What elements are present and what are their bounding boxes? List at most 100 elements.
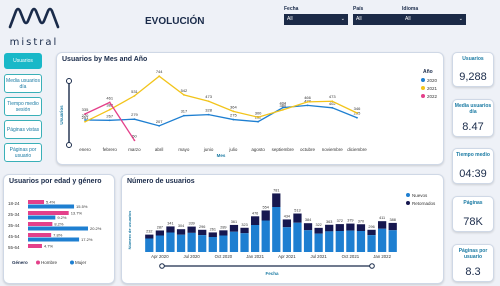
data-point xyxy=(257,120,259,123)
idioma-dropdown[interactable]: All ⌄ xyxy=(402,14,466,25)
dropdown-value: All xyxy=(356,16,362,22)
bar-label: 7.8% xyxy=(53,233,63,238)
series-line-2020 xyxy=(84,104,358,127)
bar-total-label: 379 xyxy=(347,219,353,223)
series-line-2021 xyxy=(84,75,358,123)
x-tick-label: Jan 2021 xyxy=(246,254,264,259)
bar-nuevos xyxy=(377,228,387,252)
bar-nuevos xyxy=(240,233,249,252)
legend-marker xyxy=(70,260,74,265)
bar-retornados xyxy=(335,224,344,231)
nav-media-usuarios-dia[interactable]: Media usuarios día xyxy=(4,74,42,93)
bar-hombre xyxy=(28,233,52,237)
bar-total-label: 341 xyxy=(167,221,173,225)
bar-total-label: 434 xyxy=(284,214,290,218)
kpi-paginas: Páginas 78K xyxy=(452,196,494,232)
line-chart: Usuarios enero febrero marzo abril mayo junio j… xyxy=(59,69,438,158)
nav-paginas-por-usuario[interactable]: Páginas por usuario xyxy=(4,143,42,162)
bar-total-label: 361 xyxy=(231,220,237,224)
bar-hombre xyxy=(28,222,53,226)
bar-label: 20.2% xyxy=(90,226,102,231)
bar-mujer xyxy=(28,226,88,231)
kpi-label: Páginas por usuario xyxy=(458,248,488,260)
data-label: 50 xyxy=(132,133,137,138)
kpi-value: 04:39 xyxy=(459,168,487,180)
data-point xyxy=(108,108,111,111)
bar-total-label: 287 xyxy=(157,225,163,229)
bar-total-label: 261 xyxy=(210,227,216,231)
nav-usuarios[interactable]: Usuarios xyxy=(4,53,42,69)
x-tick-label: Jan 2022 xyxy=(373,254,391,259)
fecha-dropdown[interactable]: All ⌄ xyxy=(284,14,348,25)
age-gender-chart: 18-24 5.4% 15.5% 25-34 13.7% 9.2% 35-44 8.2% 20.… xyxy=(8,200,102,266)
legend-label: Hombre xyxy=(41,260,58,265)
data-point xyxy=(356,116,358,119)
bar-nuevos xyxy=(272,207,281,252)
bar-nuevos xyxy=(293,222,302,252)
x-tick-label: Apr 2020 xyxy=(151,254,169,259)
data-point xyxy=(108,119,111,122)
data-label: 744 xyxy=(156,69,163,74)
chevron-down-icon: ⌄ xyxy=(458,16,463,22)
bar-nuevos xyxy=(155,235,165,252)
x-tick-label: julio xyxy=(228,147,238,152)
age-tick-label: 18-24 xyxy=(8,201,20,206)
bar-total-label: 323 xyxy=(241,223,247,227)
data-label: 267 xyxy=(106,113,113,118)
data-point xyxy=(133,118,136,121)
legend-marker xyxy=(421,78,425,82)
data-label: 300 xyxy=(255,110,262,115)
bar-hombre xyxy=(28,244,42,248)
kpi-paginas-por-usuario: Páginas por usuario 8.3 xyxy=(452,244,494,282)
legend-label: 2022 xyxy=(427,94,438,99)
kpi-value: 8.3 xyxy=(465,266,481,278)
data-point xyxy=(133,139,136,142)
data-point xyxy=(232,118,235,121)
data-label: 335 xyxy=(82,107,89,112)
age-tick-label: 55-64 xyxy=(8,245,20,250)
legend-title: Año xyxy=(423,69,433,75)
bar-nuevos xyxy=(335,231,344,252)
bar-nuevos xyxy=(314,233,323,252)
bar-total-label: 554 xyxy=(263,205,269,209)
data-point xyxy=(84,113,86,115)
nav-paginas-vistas[interactable]: Páginas vistas xyxy=(4,120,42,139)
range-slider-handle xyxy=(66,142,72,148)
legend-label: Nuevos xyxy=(412,193,428,198)
bar-mujer xyxy=(28,237,80,242)
y-axis-label: Usuarios xyxy=(59,105,64,125)
bar-nuevos xyxy=(250,225,260,252)
bar-label: 15.5% xyxy=(76,204,88,209)
legend-marker xyxy=(421,86,425,90)
data-point xyxy=(84,120,86,123)
age-tick-label: 35-44 xyxy=(8,223,20,228)
bar-retornados xyxy=(325,224,334,232)
bar-retornados xyxy=(250,216,260,225)
bar-total-label: 372 xyxy=(337,219,343,223)
data-label: 328 xyxy=(205,108,212,113)
kpi-value: 8.47 xyxy=(462,121,484,133)
bar-nuevos xyxy=(356,231,366,252)
data-point xyxy=(183,114,185,117)
x-tick-label: marzo xyxy=(128,147,141,152)
bar-retornados xyxy=(208,232,217,237)
bar-retornados xyxy=(272,193,281,207)
kpi-label: Media usuarios día xyxy=(454,103,492,115)
data-label: 531 xyxy=(131,89,138,94)
x-tick-label: Oct 2020 xyxy=(215,254,233,259)
legend-marker xyxy=(406,193,410,197)
x-tick-label: febrero xyxy=(103,147,118,152)
bar-label: 8.2% xyxy=(54,222,64,227)
x-tick-label: Jul 2021 xyxy=(311,254,328,259)
bar-retornados xyxy=(166,226,175,233)
x-tick-label: enero xyxy=(79,147,91,152)
nav-tiempo-medio-sesion[interactable]: Tiempo medio sesión xyxy=(4,97,42,116)
age-gender-card: Usuarios por edad y género 18-24 5.4% 15.5… xyxy=(3,174,115,284)
bar-nuevos xyxy=(325,231,334,252)
legend-title: Género xyxy=(12,260,28,265)
bar-mujer xyxy=(28,215,56,220)
x-tick-label: octubre xyxy=(300,147,316,152)
data-point xyxy=(356,112,358,114)
page-title: EVOLUCIÓN xyxy=(145,16,205,27)
users-bar-chart: Número de usuarios 232 287 341 304 339 296 261 2… xyxy=(127,188,436,276)
